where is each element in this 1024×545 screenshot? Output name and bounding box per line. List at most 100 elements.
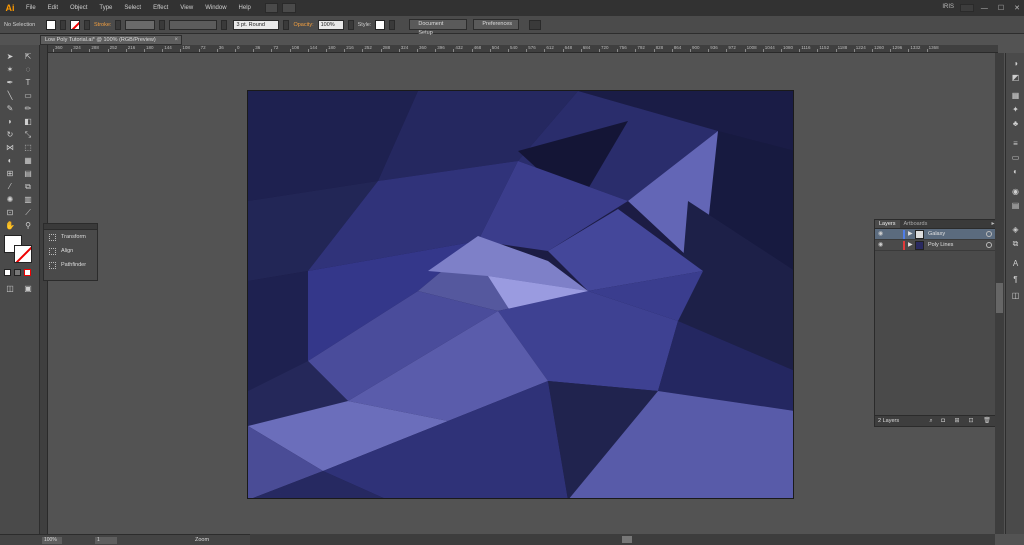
opentype-panel-icon[interactable]: ◫	[1010, 291, 1021, 300]
menu-object[interactable]: Object	[64, 5, 93, 11]
transform-options-icon[interactable]	[529, 19, 542, 30]
artboard-tool-icon[interactable]: ⊡	[4, 207, 16, 218]
stroke-swatch[interactable]	[70, 19, 80, 30]
eyedropper-tool-icon[interactable]: ⁄	[4, 181, 16, 192]
stroke-weight-dropdown[interactable]	[159, 19, 166, 30]
opacity-dropdown[interactable]	[347, 19, 354, 30]
document-tab[interactable]: Low Poly Tutorial.ai* @ 100% (RGB/Previe…	[40, 35, 182, 45]
symbols-panel-icon[interactable]: ♣	[1010, 119, 1021, 128]
transparency-panel-icon[interactable]: ◐	[1010, 167, 1021, 176]
screen-mode-icon[interactable]: ▣	[22, 283, 34, 294]
none-mode-icon[interactable]	[24, 269, 31, 276]
free-transform-tool-icon[interactable]: ⬚	[22, 142, 34, 153]
selection-tool-icon[interactable]: ➤	[4, 51, 16, 62]
paintbrush-tool-icon[interactable]: ✎	[4, 103, 16, 114]
stroke-weight-field[interactable]	[125, 19, 156, 30]
character-panel-icon[interactable]: A	[1010, 259, 1021, 268]
blob-brush-tool-icon[interactable]: ◗	[4, 116, 16, 127]
stroke-dropdown[interactable]	[84, 19, 90, 30]
width-tool-icon[interactable]: ⋈	[4, 142, 16, 153]
symbol-sprayer-tool-icon[interactable]: ✺	[4, 194, 16, 205]
horizontal-scrollbar[interactable]	[250, 534, 995, 545]
vertical-scroll-thumb[interactable]	[996, 283, 1003, 313]
direct-selection-tool-icon[interactable]: ⇱	[22, 51, 34, 62]
create-new-layer-icon[interactable]: ⊡	[967, 417, 975, 425]
artboards-panel-icon[interactable]: ⧉	[1010, 239, 1021, 248]
layer-name[interactable]: Galaxy	[928, 231, 945, 237]
target-circle-icon[interactable]	[986, 242, 992, 248]
delete-layer-icon[interactable]: 🗑	[983, 417, 991, 425]
brush-dropdown[interactable]	[283, 19, 290, 30]
opacity-label[interactable]: Opacity:	[293, 22, 313, 28]
artboard-navigation-field[interactable]: 1	[95, 537, 117, 544]
horizontal-scroll-thumb[interactable]	[622, 536, 632, 543]
blend-tool-icon[interactable]: ⧉	[22, 181, 34, 192]
magic-wand-tool-icon[interactable]: ✶	[4, 64, 16, 75]
align-panel-item[interactable]: Align	[44, 244, 97, 258]
variable-width-dropdown[interactable]	[221, 19, 228, 30]
stroke-weight-stepper[interactable]	[115, 19, 122, 30]
opacity-field[interactable]: 100%	[317, 19, 344, 30]
mesh-tool-icon[interactable]: ⊞	[4, 168, 16, 179]
fill-swatch[interactable]	[46, 19, 56, 30]
artboard[interactable]	[247, 90, 794, 499]
menu-select[interactable]: Select	[118, 5, 147, 11]
color-mode-icon[interactable]	[4, 269, 11, 276]
brushes-panel-icon[interactable]: ✦	[1010, 105, 1021, 114]
eraser-tool-icon[interactable]: ◧	[22, 116, 34, 127]
graphic-style-swatch[interactable]	[375, 19, 386, 30]
rectangle-tool-icon[interactable]: ▭	[22, 90, 34, 101]
gradient-mode-icon[interactable]	[14, 269, 21, 276]
search-icon[interactable]	[960, 4, 974, 12]
arrange-documents-button[interactable]	[281, 3, 296, 13]
expand-triangle-icon[interactable]: ▶	[908, 230, 913, 237]
fill-stroke-widget[interactable]	[4, 235, 36, 265]
zoom-level-field[interactable]: 100%	[42, 537, 62, 544]
shape-builder-tool-icon[interactable]: ◐	[4, 155, 16, 166]
menu-view[interactable]: View	[174, 5, 199, 11]
transform-panel-item[interactable]: Transform	[44, 230, 97, 244]
stroke-color-swatch[interactable]	[14, 245, 32, 263]
line-tool-icon[interactable]: ╲	[4, 90, 16, 101]
fill-dropdown[interactable]	[60, 19, 66, 30]
gradient-tool-icon[interactable]: ▤	[22, 168, 34, 179]
target-circle-icon[interactable]	[986, 231, 992, 237]
stroke-label[interactable]: Stroke:	[94, 22, 111, 28]
gradient-panel-icon[interactable]: ▭	[1010, 153, 1021, 162]
menu-window[interactable]: Window	[199, 5, 232, 11]
vertical-ruler[interactable]	[40, 45, 48, 534]
layer-row-poly-lines[interactable]: ◉ ▶ Poly Lines	[875, 240, 1001, 251]
expand-triangle-icon[interactable]: ▶	[908, 241, 913, 248]
graphic-style-dropdown[interactable]	[389, 19, 396, 30]
pen-tool-icon[interactable]: ✒	[4, 77, 16, 88]
type-tool-icon[interactable]: T	[22, 77, 34, 88]
menu-type[interactable]: Type	[93, 5, 118, 11]
swatches-panel-icon[interactable]: ▦	[1010, 91, 1021, 100]
locate-object-icon[interactable]: ⌕	[927, 417, 935, 425]
layers-panel-icon[interactable]: ◈	[1010, 225, 1021, 234]
close-button[interactable]: ✕	[1014, 4, 1020, 12]
slice-tool-icon[interactable]: ⟋	[22, 207, 34, 218]
menu-help[interactable]: Help	[233, 5, 257, 11]
lasso-tool-icon[interactable]: ◌	[22, 64, 34, 75]
rotate-tool-icon[interactable]: ↻	[4, 129, 16, 140]
bridge-button[interactable]	[264, 3, 278, 13]
layer-row-galaxy[interactable]: ◉ ▶ Galaxy	[875, 229, 1001, 240]
workspace-switcher[interactable]: IRIS	[942, 4, 954, 10]
menu-file[interactable]: File	[20, 5, 42, 11]
pencil-tool-icon[interactable]: ✏	[22, 103, 34, 114]
vertical-scrollbar[interactable]	[995, 53, 1004, 534]
stroke-panel-icon[interactable]: ≡	[1010, 139, 1021, 148]
draw-mode-icon[interactable]: ◫	[4, 283, 16, 294]
pathfinder-panel-item[interactable]: Pathfinder	[44, 258, 97, 272]
tab-artboards[interactable]: Artboards	[900, 220, 932, 228]
graphic-styles-icon[interactable]: ▤	[1010, 201, 1021, 210]
maximize-button[interactable]: ☐	[998, 4, 1004, 12]
menu-edit[interactable]: Edit	[42, 5, 64, 11]
minimize-button[interactable]: —	[981, 5, 988, 12]
horizontal-ruler[interactable]: 360 324 288 252 216 180 144 108 72 36 0 36 72 108 144 1…	[48, 45, 998, 53]
zoom-tool-icon[interactable]: ⚲	[22, 220, 34, 231]
perspective-grid-tool-icon[interactable]: ▦	[22, 155, 34, 166]
layer-name[interactable]: Poly Lines	[928, 242, 953, 248]
color-panel-icon[interactable]: ◑	[1010, 59, 1021, 68]
